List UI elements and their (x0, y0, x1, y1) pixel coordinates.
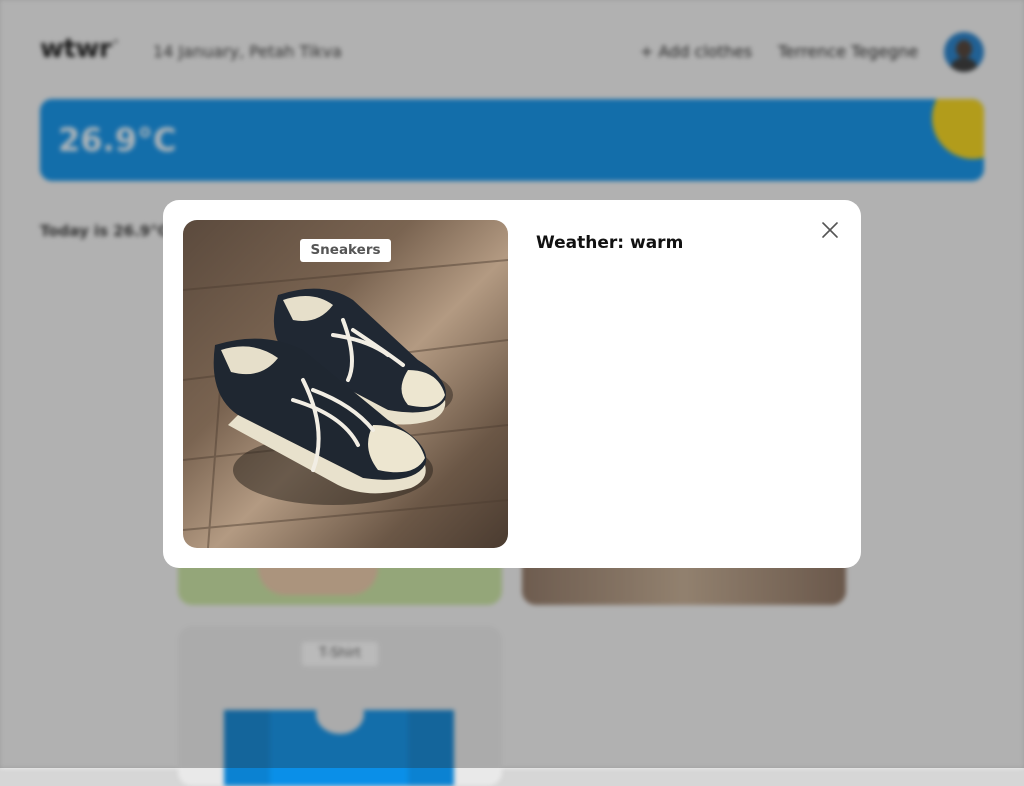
item-weather-label: Weather: warm (536, 233, 684, 253)
close-icon (822, 222, 838, 238)
item-image: Sneakers (183, 220, 508, 548)
sneakers-illustration (183, 259, 508, 548)
close-button[interactable] (819, 219, 841, 241)
item-category-tag: Sneakers (300, 239, 391, 262)
item-preview-modal: Sneakers Weather: warm (163, 200, 861, 568)
